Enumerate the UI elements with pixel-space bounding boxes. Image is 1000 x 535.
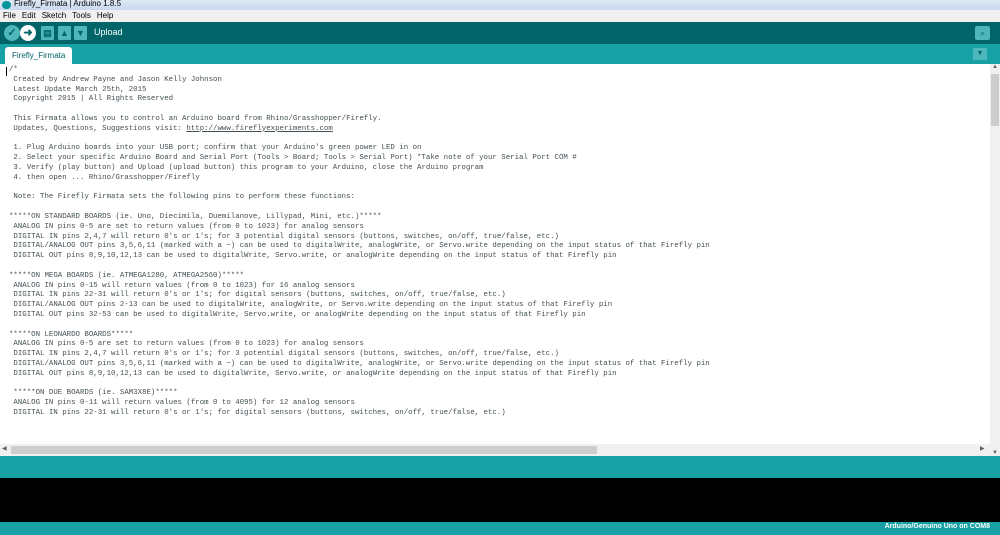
scroll-right-icon[interactable]: ▶ bbox=[980, 445, 985, 452]
menu-file[interactable]: File bbox=[0, 10, 19, 22]
tab-bar: Firefly_Firmata ▼ bbox=[0, 44, 1000, 64]
magnifier-icon: ⌕ bbox=[979, 28, 986, 38]
code-line: 3. Verify (play button) and Upload (uplo… bbox=[9, 163, 484, 172]
code-line: DIGITAL OUT pins 8,9,10,12,13 can be use… bbox=[9, 252, 617, 261]
code-line: Created by Andrew Payne and Jason Kelly … bbox=[9, 75, 222, 84]
code-line: DIGITAL OUT pins 32-53 can be used to di… bbox=[9, 310, 586, 319]
horizontal-scrollbar[interactable]: ◀ ▶ bbox=[0, 444, 990, 456]
scroll-left-icon[interactable]: ◀ bbox=[2, 445, 7, 452]
new-file-icon: ▤ bbox=[43, 28, 52, 38]
arrow-right-icon: ➜ bbox=[23, 27, 33, 39]
code-line: This Firmata allows you to control an Ar… bbox=[9, 114, 382, 123]
menu-sketch[interactable]: Sketch bbox=[39, 10, 69, 22]
code-line: Updates, Questions, Suggestions visit: h… bbox=[9, 124, 333, 133]
vertical-scrollbar[interactable]: ▲ ▼ bbox=[990, 64, 1000, 456]
vertical-scroll-thumb[interactable] bbox=[991, 74, 999, 126]
code-line: DIGITAL/ANALOG OUT pins 2-13 can be used… bbox=[9, 301, 613, 310]
menu-help[interactable]: Help bbox=[94, 10, 116, 22]
code-line: ANALOG IN pins 0-5 are set to return val… bbox=[9, 340, 364, 349]
horizontal-scroll-thumb[interactable] bbox=[11, 446, 597, 454]
code-line: *****ON LEONARDO BOARDS***** bbox=[9, 330, 134, 339]
save-button[interactable]: ▼ bbox=[74, 26, 87, 40]
code-line: ANALOG IN pins 0-5 are set to return val… bbox=[9, 222, 364, 231]
code-text[interactable]: /* Created by Andrew Payne and Jason Kel… bbox=[9, 66, 710, 419]
code-line: *****ON STANDARD BOARDS (ie. Uno, Diecim… bbox=[9, 212, 382, 221]
upload-button[interactable]: ➜ bbox=[20, 25, 36, 41]
new-button[interactable]: ▤ bbox=[41, 26, 54, 40]
tab-firefly-firmata[interactable]: Firefly_Firmata bbox=[5, 47, 73, 64]
toolbar: ✓ ➜ ▤ ▲ ▼ Upload ⌕ bbox=[0, 22, 1000, 44]
message-area bbox=[0, 456, 1000, 478]
status-bar: Arduino/Genuino Uno on COM8 bbox=[0, 522, 1000, 535]
code-line: /* bbox=[9, 66, 18, 74]
window-title: Firefly_Firmata | Arduino 1.8.5 bbox=[14, 0, 122, 8]
code-line: ANALOG IN pins 0-15 will return values (… bbox=[9, 281, 355, 290]
code-line: 2. Select your specific Arduino Board an… bbox=[9, 154, 577, 163]
code-line: DIGITAL/ANALOG OUT pins 3,5,6,11 (marked… bbox=[9, 359, 710, 368]
open-button[interactable]: ▲ bbox=[58, 26, 71, 40]
code-line: *****ON DUE BOARDS (ie. SAM3X8E)***** bbox=[9, 389, 178, 398]
chevron-down-icon: ▼ bbox=[976, 50, 984, 57]
menu-edit[interactable]: Edit bbox=[19, 10, 39, 22]
code-line: Note: The Firefly Firmata sets the follo… bbox=[9, 193, 355, 202]
code-line: ANALOG IN pins 0-11 will return values (… bbox=[9, 399, 355, 408]
code-line: 1. Plug Arduino boards into your USB por… bbox=[9, 144, 422, 153]
menu-tools[interactable]: Tools bbox=[69, 10, 94, 22]
code-link[interactable]: http://www.fireflyexperiments.com bbox=[186, 125, 332, 133]
text-caret bbox=[6, 67, 7, 76]
arrow-down-icon: ▼ bbox=[76, 28, 85, 38]
code-editor[interactable]: /* Created by Andrew Payne and Jason Kel… bbox=[0, 64, 990, 444]
board-port-status: Arduino/Genuino Uno on COM8 bbox=[884, 523, 990, 530]
console-output[interactable] bbox=[0, 478, 1000, 522]
serial-monitor-button[interactable]: ⌕ bbox=[975, 26, 990, 40]
code-line: Copyright 2015 | All Rights Reserved bbox=[9, 95, 174, 104]
tab-menu-button[interactable]: ▼ bbox=[973, 48, 987, 60]
scroll-up-icon[interactable]: ▲ bbox=[990, 64, 1000, 70]
menu-bar: File Edit Sketch Tools Help bbox=[0, 10, 1000, 22]
code-line: DIGITAL IN pins 2,4,7 will return 0's or… bbox=[9, 350, 559, 359]
code-line: 4. then open ... Rhino/Grasshopper/Firef… bbox=[9, 173, 200, 182]
arduino-logo-icon bbox=[2, 1, 11, 9]
code-line: DIGITAL OUT pins 8,9,10,12,13 can be use… bbox=[9, 369, 617, 378]
arrow-up-icon: ▲ bbox=[60, 28, 69, 38]
code-line: DIGITAL/ANALOG OUT pins 3,5,6,11 (marked… bbox=[9, 242, 710, 251]
code-line: *****ON MEGA BOARDS (ie. ATMEGA1280, ATM… bbox=[9, 271, 245, 280]
toolbar-hover-label: Upload bbox=[94, 27, 123, 37]
verify-button[interactable]: ✓ bbox=[4, 25, 20, 41]
code-line: DIGITAL IN pins 22-31 will return 0's or… bbox=[9, 408, 506, 417]
window-title-bar: Firefly_Firmata | Arduino 1.8.5 bbox=[0, 0, 1000, 10]
code-line: DIGITAL IN pins 2,4,7 will return 0's or… bbox=[9, 232, 559, 241]
checkmark-icon: ✓ bbox=[7, 27, 17, 39]
code-line: Latest Update March 25th, 2015 bbox=[9, 85, 147, 94]
code-line: DIGITAL IN pins 22-31 will return 0's or… bbox=[9, 291, 506, 300]
